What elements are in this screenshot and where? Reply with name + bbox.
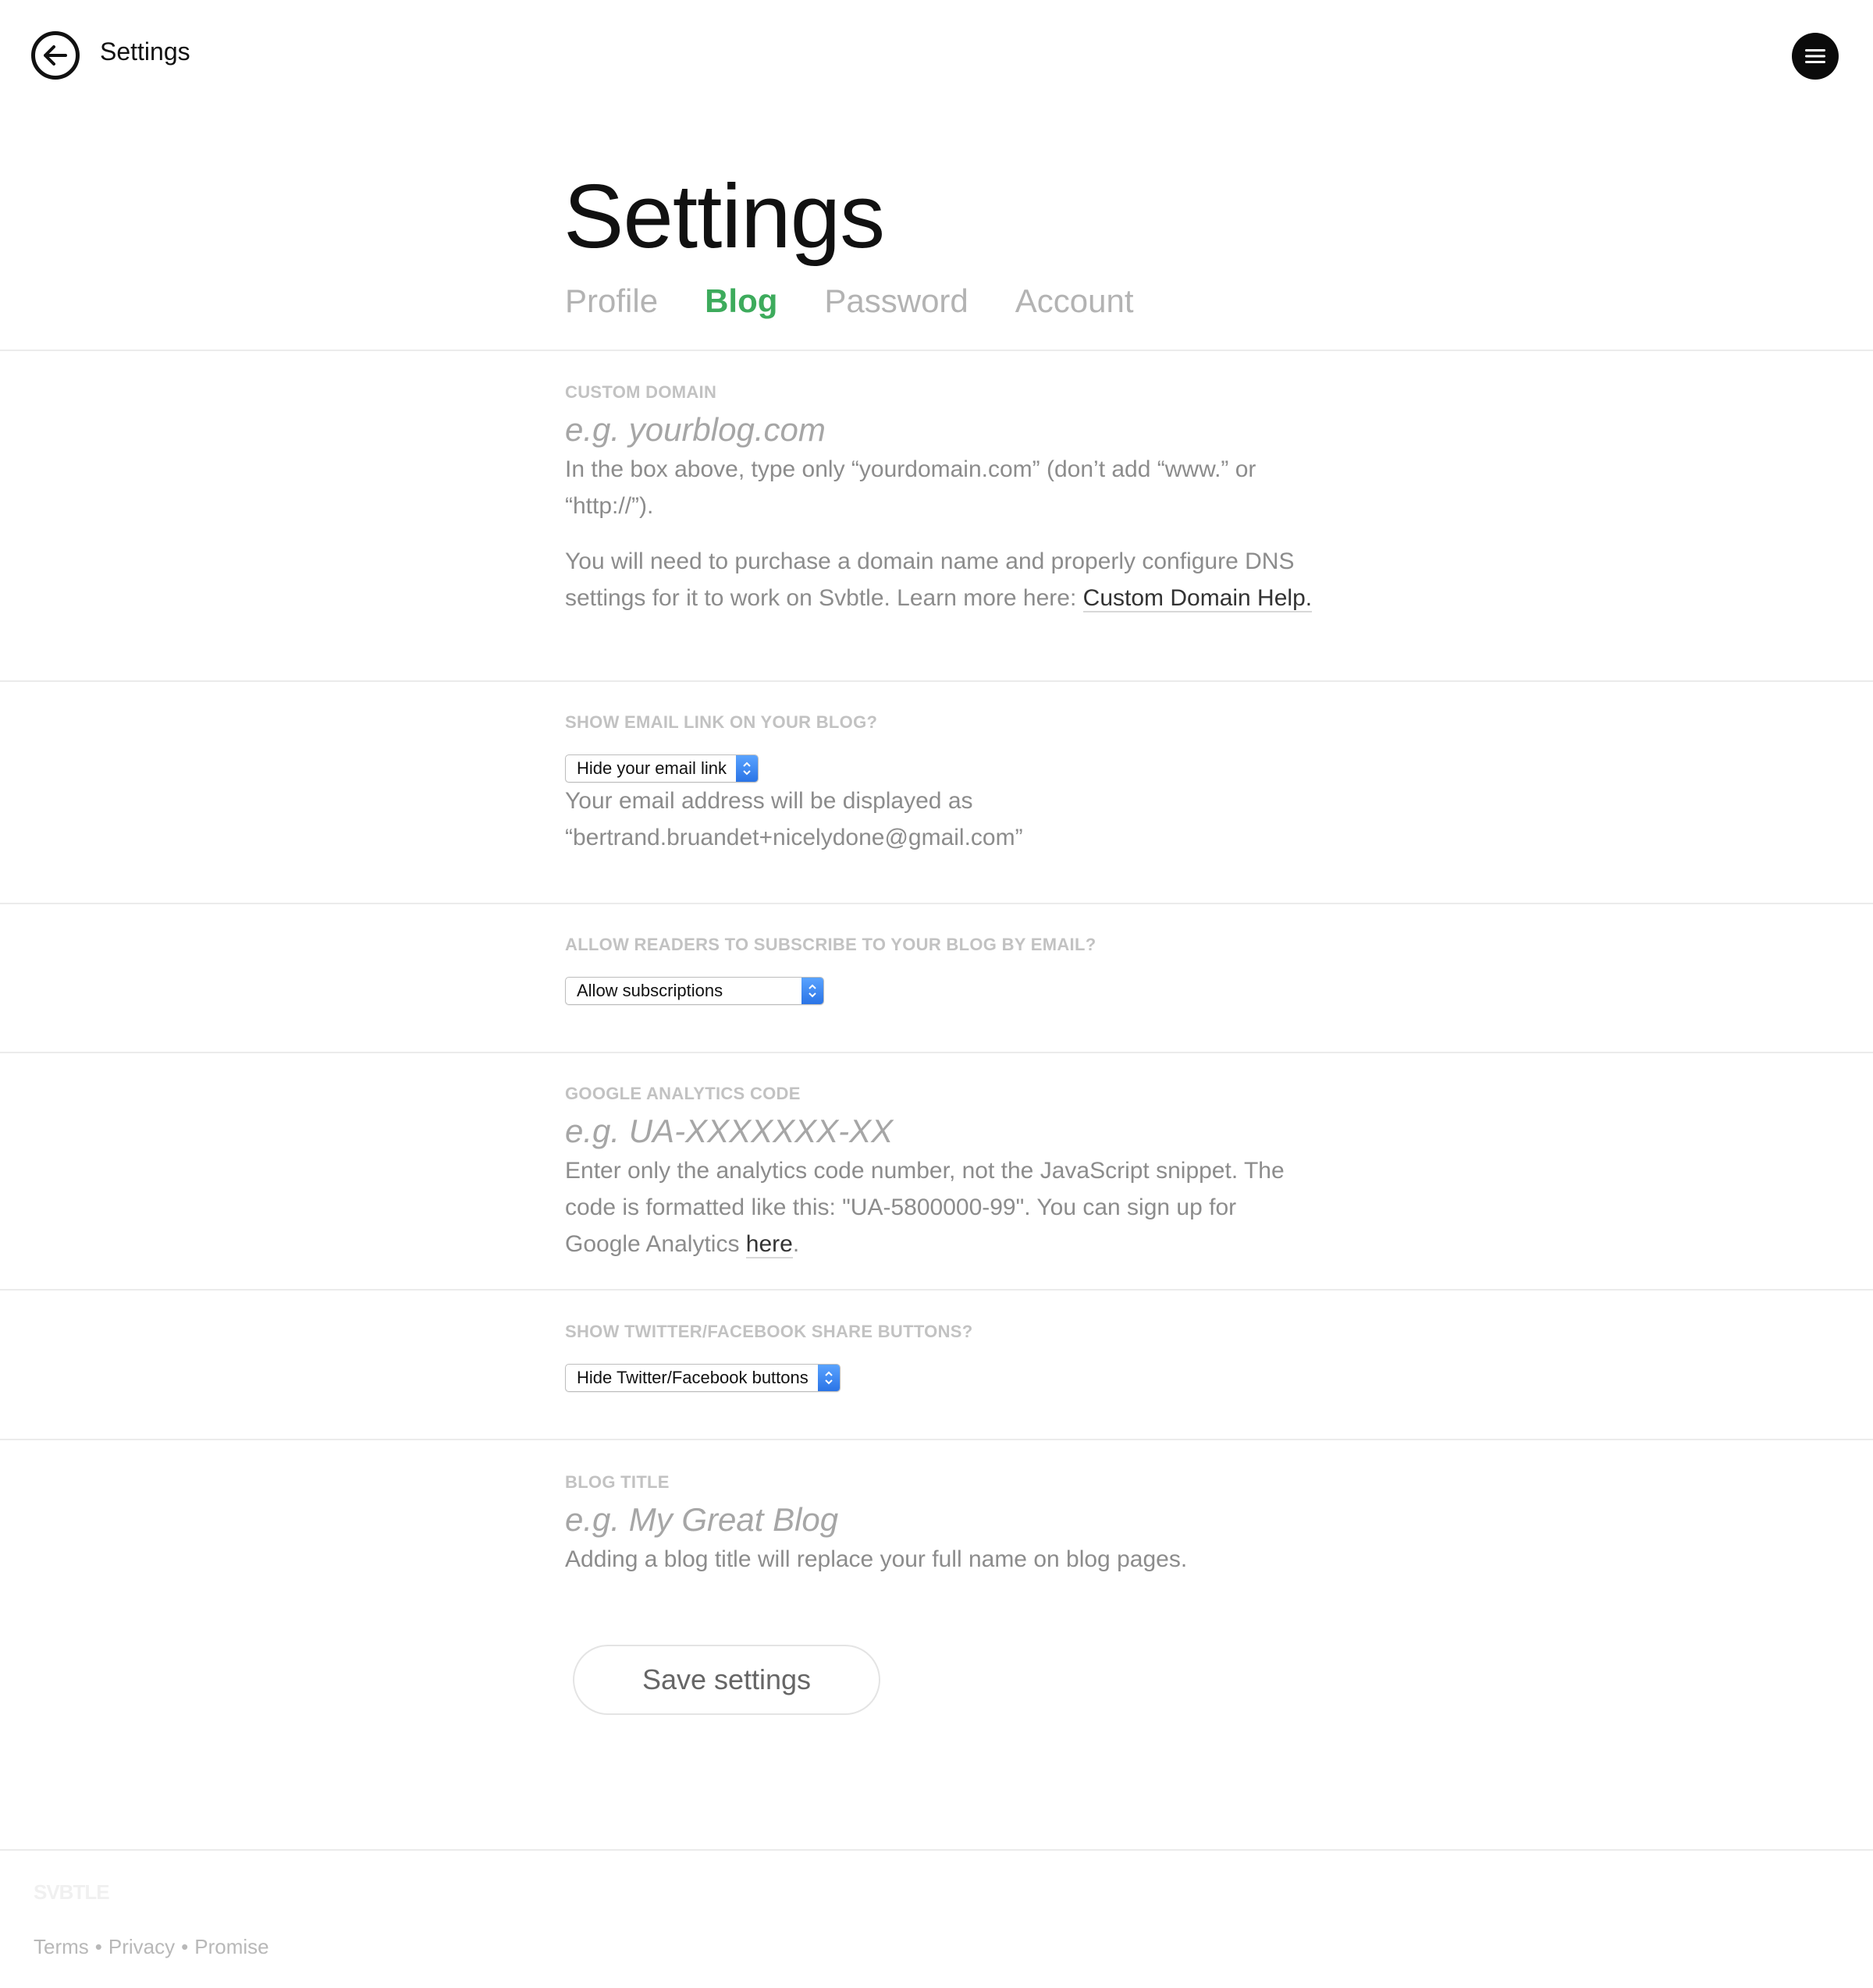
save-settings-button[interactable]: Save settings bbox=[573, 1645, 880, 1715]
tab-account[interactable]: Account bbox=[1015, 282, 1134, 320]
analytics-input[interactable] bbox=[565, 1110, 1267, 1152]
settings-tabs: Profile Blog Password Account bbox=[565, 282, 1134, 320]
divider bbox=[0, 903, 1873, 904]
share-buttons-section: SHOW TWITTER/FACEBOOK SHARE BUTTONS? Hid… bbox=[565, 1322, 1314, 1392]
tab-blog[interactable]: Blog bbox=[705, 282, 777, 320]
analytics-help-suffix: . bbox=[792, 1231, 800, 1257]
share-buttons-selected: Hide Twitter/Facebook buttons bbox=[577, 1368, 809, 1387]
custom-domain-help-link[interactable]: Custom Domain Help. bbox=[1082, 585, 1313, 612]
divider bbox=[0, 1289, 1873, 1290]
analytics-section: GOOGLE ANALYTICS CODE Enter only the ana… bbox=[565, 1084, 1314, 1262]
email-link-section: SHOW EMAIL LINK ON YOUR BLOG? Hide your … bbox=[565, 712, 1314, 856]
back-button[interactable] bbox=[31, 31, 80, 80]
custom-domain-label: CUSTOM DOMAIN bbox=[565, 382, 717, 402]
share-buttons-label: SHOW TWITTER/FACEBOOK SHARE BUTTONS? bbox=[565, 1322, 973, 1341]
email-link-label: SHOW EMAIL LINK ON YOUR BLOG? bbox=[565, 712, 878, 732]
email-display-help: Your email address will be displayed as … bbox=[565, 783, 1314, 856]
email-help-line-2: “bertrand.bruandet+nicelydone@gmail.com” bbox=[565, 825, 1023, 850]
divider bbox=[0, 1439, 1873, 1440]
analytics-help-text: Enter only the analytics code number, no… bbox=[565, 1158, 1285, 1257]
custom-domain-help: In the box above, type only “yourdomain.… bbox=[565, 456, 1256, 519]
topbar-title: Settings bbox=[100, 37, 190, 66]
email-link-selected: Hide your email link bbox=[577, 758, 727, 778]
subscriptions-select[interactable]: Allow subscriptions bbox=[565, 977, 824, 1005]
divider bbox=[0, 680, 1873, 682]
footer-divider bbox=[0, 1849, 1873, 1851]
arrow-left-icon bbox=[44, 45, 67, 66]
page-title: Settings bbox=[563, 165, 885, 267]
email-help-line-1: Your email address will be displayed as bbox=[565, 788, 973, 814]
hamburger-menu-icon bbox=[1805, 49, 1825, 63]
footer-links: Terms • Privacy • Promise bbox=[34, 1935, 269, 1959]
custom-domain-dns-help: You will need to purchase a domain name … bbox=[565, 543, 1314, 616]
email-link-select[interactable]: Hide your email link bbox=[565, 754, 759, 783]
tab-password[interactable]: Password bbox=[824, 282, 968, 320]
share-buttons-select[interactable]: Hide Twitter/Facebook buttons bbox=[565, 1364, 841, 1392]
footer-separator: • bbox=[181, 1935, 189, 1958]
analytics-label: GOOGLE ANALYTICS CODE bbox=[565, 1084, 801, 1103]
tab-profile[interactable]: Profile bbox=[565, 282, 658, 320]
custom-domain-input[interactable] bbox=[565, 409, 1267, 451]
divider bbox=[0, 350, 1873, 351]
footer-link-promise[interactable]: Promise bbox=[194, 1935, 268, 1959]
blog-title-input[interactable] bbox=[565, 1499, 1267, 1541]
select-arrows-icon bbox=[817, 1365, 840, 1391]
divider bbox=[0, 1052, 1873, 1053]
blog-title-help: Adding a blog title will replace your fu… bbox=[565, 1546, 1188, 1572]
select-arrows-icon bbox=[801, 978, 823, 1004]
top-bar: Settings bbox=[0, 0, 1873, 117]
custom-domain-section: CUSTOM DOMAIN In the box above, type onl… bbox=[565, 382, 1314, 616]
svbtle-logo: SVBTLE bbox=[34, 1880, 110, 1904]
select-arrows-icon bbox=[735, 755, 758, 782]
footer-link-privacy[interactable]: Privacy bbox=[108, 1935, 175, 1959]
footer-separator: • bbox=[94, 1935, 102, 1958]
blog-title-label: BLOG TITLE bbox=[565, 1472, 670, 1492]
subscriptions-label: ALLOW READERS TO SUBSCRIBE TO YOUR BLOG … bbox=[565, 935, 1096, 954]
footer-link-terms[interactable]: Terms bbox=[34, 1935, 89, 1959]
subscriptions-section: ALLOW READERS TO SUBSCRIBE TO YOUR BLOG … bbox=[565, 935, 1314, 1005]
blog-title-section: BLOG TITLE Adding a blog title will repl… bbox=[565, 1472, 1314, 1578]
analytics-help: Enter only the analytics code number, no… bbox=[565, 1152, 1314, 1262]
subscriptions-selected: Allow subscriptions bbox=[577, 981, 723, 1000]
menu-button[interactable] bbox=[1792, 33, 1839, 80]
analytics-signup-link[interactable]: here bbox=[745, 1231, 793, 1258]
